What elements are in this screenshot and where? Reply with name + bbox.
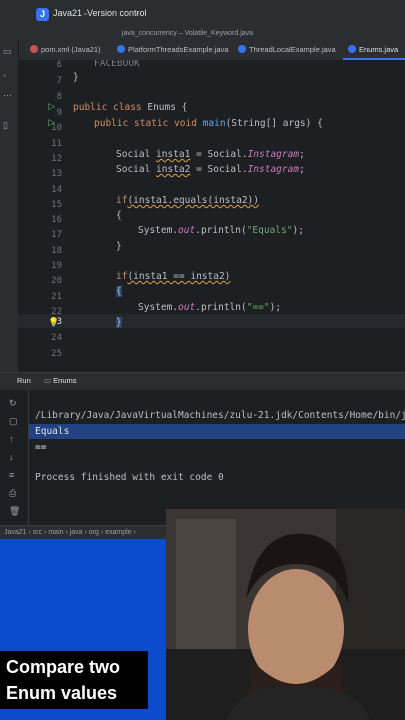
line-number: 25	[51, 349, 62, 359]
java-class-icon	[117, 45, 125, 53]
console-line: /Library/Java/JavaVirtualMachines/zulu-2…	[35, 410, 405, 421]
line-number: 24	[51, 333, 62, 343]
line-number: 17	[51, 230, 62, 240]
window-title-text: java_concurrency – Volatile_Keyword.java	[121, 30, 254, 37]
tab-label: ThreadLocalExample.java	[249, 45, 336, 54]
caret-line-highlight	[18, 314, 405, 328]
console-line: Equals	[35, 426, 70, 437]
code-line: }	[116, 317, 122, 328]
video-caption: Compare two Enum values	[0, 651, 148, 709]
code-line: Social insta1 = Social.Instagram;	[116, 149, 305, 160]
soft-wrap-icon[interactable]: ≡	[9, 470, 14, 480]
caption-line-2: Enum values	[6, 683, 118, 703]
more-icon[interactable]: ⋯	[3, 90, 12, 101]
code-line: public class Enums {	[73, 102, 188, 113]
trash-icon[interactable]: 🗑	[9, 506, 20, 517]
line-number: 11	[51, 139, 62, 149]
line-number: 14	[51, 185, 62, 195]
tab-pom-xml[interactable]: pom.xml (Java21)	[30, 42, 101, 58]
commit-icon[interactable]: ◦	[3, 70, 6, 80]
run-config-icon: ▭	[44, 376, 54, 385]
code-line: System.out.println("Equals");	[138, 225, 304, 236]
java-class-icon	[238, 45, 246, 53]
console-line: ==	[35, 442, 47, 453]
window-title: java_concurrency – Volatile_Keyword.java	[0, 30, 405, 40]
code-line: if(insta1.equals(insta2))	[116, 195, 260, 206]
code-line: if(insta1 == insta2)	[116, 271, 231, 282]
tab-enums[interactable]: Enums.java	[348, 42, 398, 58]
line-number: 7	[56, 76, 62, 86]
tab-label: Enums.java	[359, 45, 399, 54]
java-class-icon	[348, 45, 356, 53]
code-line: public static void main(String[] args) {	[94, 118, 323, 129]
chevron-down-icon[interactable]: ⌄	[134, 8, 141, 17]
line-number: 13	[51, 169, 62, 179]
tab-thread-local[interactable]: ThreadLocalExample.java	[238, 42, 336, 58]
tab-label: pom.xml (Java21)	[41, 45, 101, 54]
folder-icon[interactable]: ▭	[3, 46, 12, 57]
presenter-image	[166, 509, 405, 720]
run-tab-enums[interactable]: ▭ Enums	[44, 376, 77, 385]
caption-line-1: Compare two	[6, 657, 121, 677]
line-number: 18	[51, 246, 62, 256]
stop-icon[interactable]: ▢	[9, 416, 18, 427]
console-line: Process finished with exit code 0	[35, 472, 224, 483]
line-number: 15	[51, 200, 62, 210]
rerun-icon[interactable]: ↻	[9, 398, 17, 409]
scroll-down-icon[interactable]: ↓	[9, 452, 14, 462]
project-name[interactable]: Java21	[53, 8, 82, 18]
run-toolbar: ↻ ▢ ↑ ↓ ≡ ⎙ 🗑	[0, 390, 29, 525]
tab-platform-threads[interactable]: PlatformThreadsExample.java	[117, 42, 228, 58]
webcam-video	[166, 509, 405, 720]
run-panel-label[interactable]: Run	[17, 376, 31, 385]
line-number: 20	[51, 276, 62, 286]
project-badge[interactable]: J	[36, 8, 49, 21]
breadcrumb[interactable]: Java21 › src › main › java › org › examp…	[4, 529, 136, 536]
line-number: 21	[51, 292, 62, 302]
line-number: 12	[51, 154, 62, 164]
line-number: 22	[51, 307, 62, 317]
tab-label: PlatformThreadsExample.java	[128, 45, 229, 54]
run-gutter-icon[interactable]: ▷	[48, 101, 55, 112]
code-line: Social insta2 = Social.Instagram;	[116, 164, 305, 175]
code-line: FACEBOOK	[94, 60, 140, 69]
code-line: }	[73, 72, 79, 83]
print-icon[interactable]: ⎙	[9, 488, 16, 499]
bookmark-icon[interactable]: ▯	[3, 120, 8, 131]
code-editor[interactable]: 6 7 8 9 10 11 12 13 14 15 16 17 18 19 20…	[18, 60, 405, 372]
lightbulb-icon[interactable]: 💡	[48, 317, 59, 328]
code-line: {	[116, 210, 122, 221]
code-line: }	[116, 241, 122, 252]
run-gutter-icon[interactable]: ▷	[48, 117, 55, 128]
run-tab-label: Enums	[53, 376, 77, 385]
code-line: System.out.println("==");	[138, 302, 282, 313]
line-number: 6	[56, 60, 62, 70]
line-number: 16	[51, 215, 62, 225]
maven-icon	[30, 45, 38, 53]
console-selection-highlight	[28, 424, 405, 439]
scroll-up-icon[interactable]: ↑	[9, 434, 14, 444]
code-line: {	[116, 286, 122, 297]
line-number: 19	[51, 261, 62, 271]
